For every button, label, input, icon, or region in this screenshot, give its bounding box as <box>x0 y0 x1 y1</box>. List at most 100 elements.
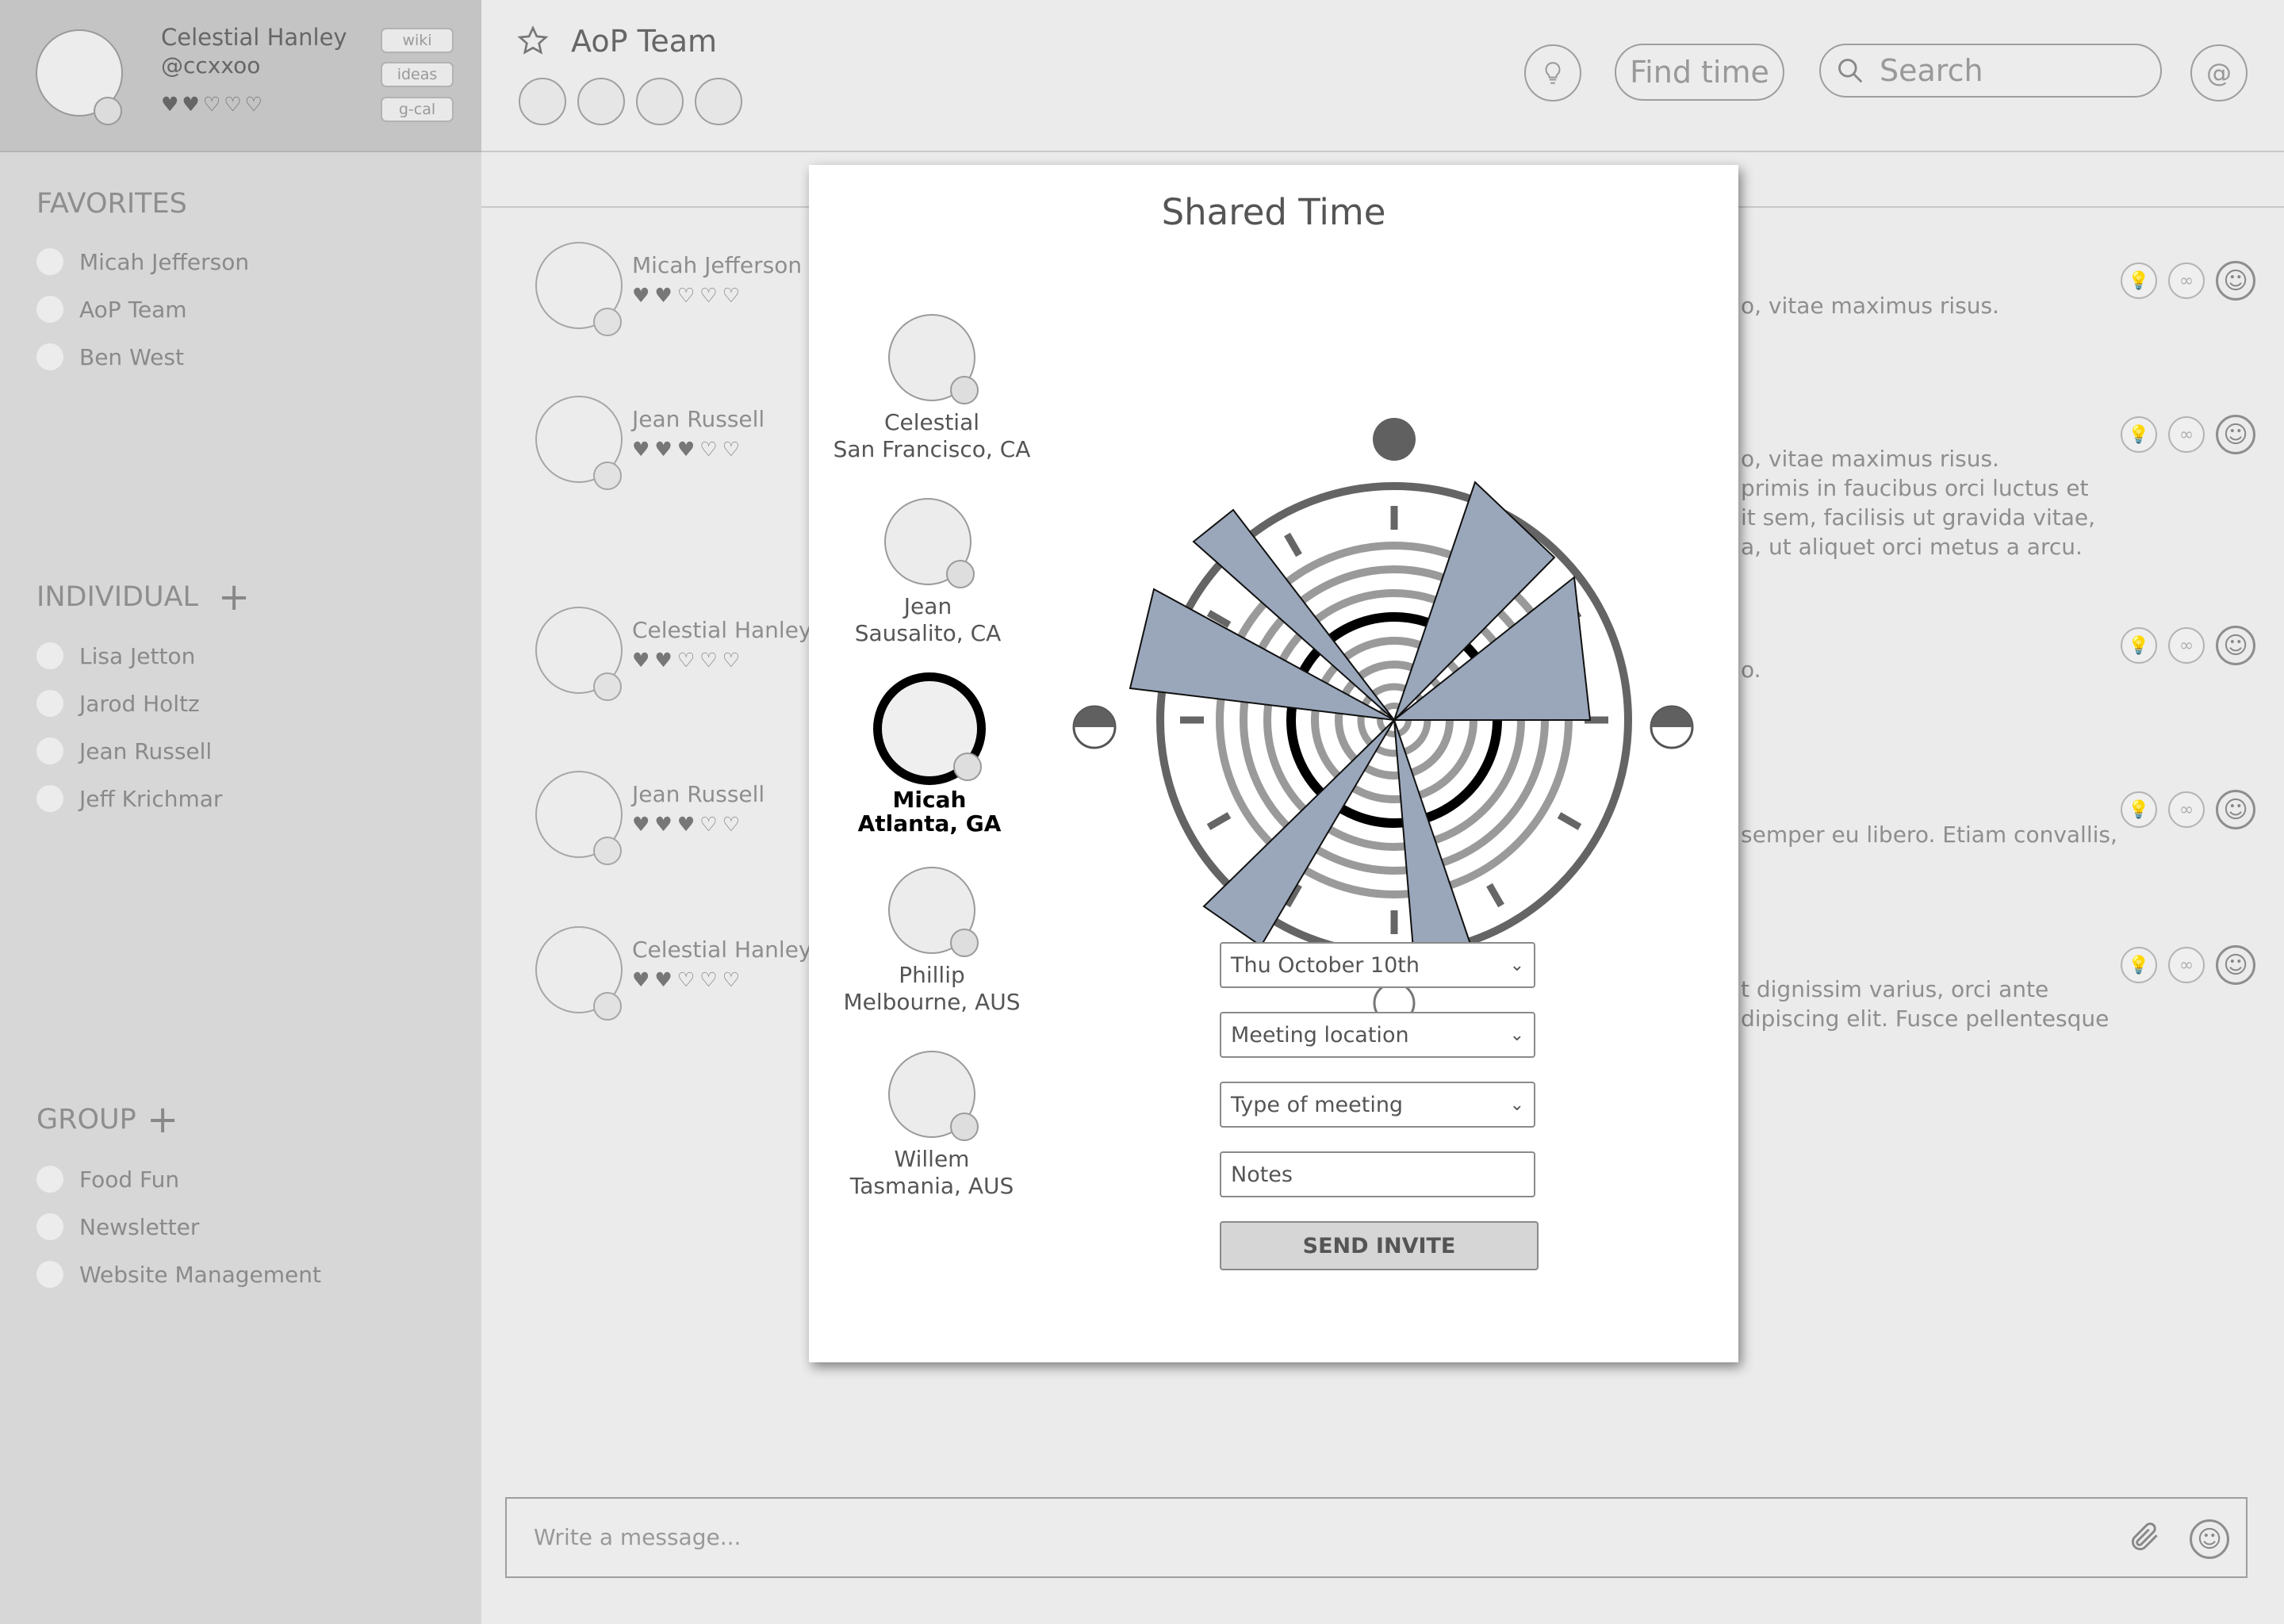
lightbulb-icon[interactable]: 💡 <box>2121 791 2157 828</box>
message-rating: ♥♥♡♡♡ <box>632 284 745 307</box>
noon-marker <box>1373 418 1416 461</box>
search-icon <box>1838 59 1863 83</box>
team-member-avatar[interactable] <box>577 78 625 125</box>
participant-name: Jean <box>903 593 952 619</box>
meeting-location-select[interactable]: Meeting location ⌄ <box>1220 1012 1535 1058</box>
sidebar-item-food-fun[interactable]: Food Fun <box>36 1163 179 1195</box>
date-select[interactable]: Thu October 10th ⌄ <box>1220 942 1535 988</box>
star-icon[interactable] <box>517 25 549 60</box>
smiley-icon[interactable]: ☺ <box>2216 626 2255 665</box>
team-member-avatar[interactable] <box>636 78 684 125</box>
sidebar-item-label: Ben West <box>79 343 184 370</box>
link-icon[interactable]: ∞ <box>2168 416 2205 453</box>
status-indicator <box>593 992 622 1021</box>
ideas-button[interactable] <box>1524 44 1581 102</box>
message-line: it sem, facilisis ut gravida vitae, <box>1741 504 2096 530</box>
message-line: o, vitae maximus risus. <box>1741 446 1999 472</box>
header-divider <box>481 151 2284 152</box>
sidebar-item-jarod-holtz[interactable]: Jarod Holtz <box>36 688 200 719</box>
contact-dot <box>36 343 63 370</box>
participant-avatar-selected <box>873 672 986 785</box>
ideas-pill[interactable]: ideas <box>381 62 454 87</box>
add-group-button[interactable]: + <box>147 1101 178 1139</box>
link-icon[interactable]: ∞ <box>2168 947 2205 983</box>
message-text: o, vitae maximus risus. primis in faucib… <box>1741 444 2095 561</box>
sidebar-item-jean-russell[interactable]: Jean Russell <box>36 735 212 767</box>
message-text: o, vitae maximus risus. <box>1741 291 1999 320</box>
message-line: o, vitae maximus risus. <box>1741 293 1999 319</box>
lightbulb-icon[interactable]: 💡 <box>2121 262 2157 299</box>
emoji-icon[interactable]: ☺ <box>2190 1519 2229 1559</box>
status-indicator <box>593 672 622 701</box>
message-rating: ♥♥♡♡♡ <box>632 649 745 672</box>
find-time-button[interactable]: Find time <box>1615 44 1784 101</box>
lightbulb-icon[interactable]: 💡 <box>2121 416 2157 453</box>
shared-time-clock[interactable] <box>1063 244 1697 1037</box>
message-rating: ♥♥♥♡♡ <box>632 438 745 461</box>
smiley-icon[interactable]: ☺ <box>2216 261 2255 301</box>
participant-celestial[interactable]: Celestial San Francisco, CA <box>829 314 1035 463</box>
sidebar-item-aop-team[interactable]: AoP Team <box>36 293 187 325</box>
participant-name: Micah <box>892 787 967 813</box>
profile-handle: @ccxxoo <box>161 52 261 79</box>
smiley-icon[interactable]: ☺ <box>2216 945 2255 985</box>
lightbulb-icon[interactable]: 💡 <box>2121 947 2157 983</box>
status-indicator <box>950 929 979 957</box>
sidebar-item-ben-west[interactable]: Ben West <box>36 341 184 373</box>
group-dot <box>36 1213 63 1240</box>
status-indicator <box>950 1113 979 1141</box>
participant-location: Sausalito, CA <box>854 620 1002 646</box>
team-member-avatar[interactable] <box>695 78 742 125</box>
participant-name: Willem <box>894 1146 970 1172</box>
sidebar-item-newsletter[interactable]: Newsletter <box>36 1211 199 1243</box>
message-composer[interactable]: Write a message... ☺ <box>505 1497 2248 1578</box>
gcal-pill[interactable]: g-cal <box>381 97 454 122</box>
group-dot <box>36 1261 63 1288</box>
sidebar-item-label: Lisa Jetton <box>79 642 196 669</box>
sidebar-item-label: Jean Russell <box>79 737 213 764</box>
message-line: primis in faucibus orci luctus et <box>1741 475 2089 501</box>
notes-field[interactable]: Notes <box>1220 1151 1535 1197</box>
team-title: AoP Team <box>571 24 718 59</box>
message-line: o. <box>1741 657 1761 683</box>
sidebar-item-jeff-krichmar[interactable]: Jeff Krichmar <box>36 783 222 814</box>
link-icon[interactable]: ∞ <box>2168 627 2205 664</box>
favorites-title: FAVORITES <box>36 188 187 220</box>
sidebar-item-label: Food Fun <box>79 1166 180 1193</box>
status-indicator <box>593 837 622 865</box>
smiley-icon[interactable]: ☺ <box>2216 790 2255 829</box>
sidebar-item-label: Micah Jefferson <box>79 248 250 275</box>
participant-avatar <box>888 314 979 404</box>
add-individual-button[interactable]: + <box>218 578 250 616</box>
wiki-pill[interactable]: wiki <box>381 28 454 53</box>
paperclip-icon[interactable] <box>2128 1519 2163 1557</box>
reaction-bar: 💡 ∞ ☺ <box>2121 261 2255 301</box>
send-invite-button[interactable]: SEND INVITE <box>1220 1221 1539 1270</box>
dialog-title: Shared Time <box>1161 191 1386 233</box>
sidebar-item-micah-jefferson[interactable]: Micah Jefferson <box>36 246 249 278</box>
lightbulb-icon[interactable]: 💡 <box>2121 627 2157 664</box>
mentions-button[interactable]: @ <box>2190 44 2248 102</box>
chevron-down-icon: ⌄ <box>1509 1094 1524 1115</box>
individual-title: INDIVIDUAL <box>36 581 199 613</box>
participant-micah[interactable]: Micah Atlanta, GA <box>826 672 1033 836</box>
message-author: Jean Russell <box>632 781 765 807</box>
participant-willem[interactable]: Willem Tasmania, AUS <box>829 1051 1035 1200</box>
reaction-bar: 💡 ∞ ☺ <box>2121 945 2255 985</box>
sidebar-item-label: Newsletter <box>79 1213 200 1240</box>
profile-rating: ♥♥♡♡♡ <box>161 93 266 116</box>
message-line: a, ut aliquet orci metus a arcu. <box>1741 534 2083 560</box>
message-line: dipiscing elit. Fusce pellentesque <box>1741 1005 2110 1032</box>
reaction-bar: 💡 ∞ ☺ <box>2121 415 2255 454</box>
sidebar-item-lisa-jetton[interactable]: Lisa Jetton <box>36 640 195 672</box>
meeting-type-select[interactable]: Type of meeting ⌄ <box>1220 1082 1535 1128</box>
link-icon[interactable]: ∞ <box>2168 262 2205 299</box>
sidebar-item-website-management[interactable]: Website Management <box>36 1258 321 1290</box>
participant-jean[interactable]: Jean Sausalito, CA <box>825 498 1031 647</box>
participant-phillip[interactable]: Phillip Melbourne, AUS <box>829 867 1035 1016</box>
smiley-icon[interactable]: ☺ <box>2216 415 2255 454</box>
team-member-avatar[interactable] <box>519 78 566 125</box>
sidebar-item-label: Website Management <box>79 1261 321 1288</box>
search-input[interactable]: Search <box>1819 44 2162 98</box>
link-icon[interactable]: ∞ <box>2168 791 2205 828</box>
